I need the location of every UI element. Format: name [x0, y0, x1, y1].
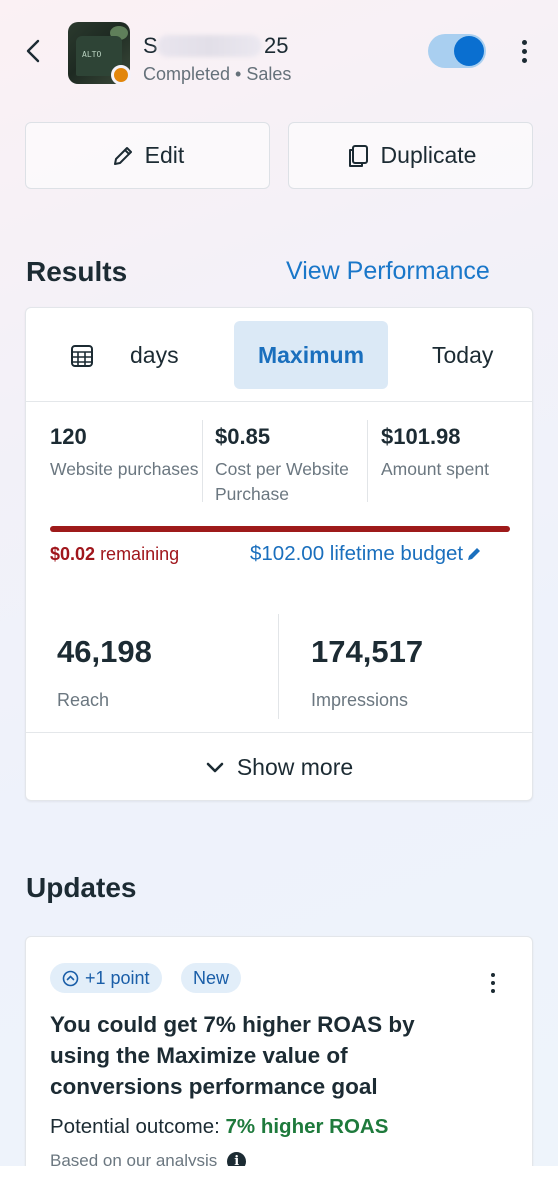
updates-heading: Updates	[26, 872, 137, 903]
metric-label: Impressions	[311, 690, 409, 710]
lifetime-budget-label: $102.00 lifetime budget	[250, 542, 464, 565]
divider	[202, 420, 203, 502]
tab-days-label: days	[130, 342, 179, 368]
lifetime-budget-link[interactable]: $102.00 lifetime budget	[250, 542, 482, 566]
budget-progress-bar	[50, 526, 510, 532]
toggle-knob	[454, 36, 484, 66]
date-range-tabs: days Maximum Today	[26, 308, 532, 402]
duplicate-label: Duplicate	[380, 142, 477, 168]
points-label: +1 point	[85, 967, 150, 988]
potential-outcome: Potential outcome: 7% higher ROAS	[50, 1115, 388, 1139]
metric-value: 120	[50, 424, 87, 449]
tab-days[interactable]: days	[70, 342, 179, 369]
bottom-overlay	[0, 1166, 558, 1185]
title-suffix: 25	[264, 33, 289, 58]
metric-label: Reach	[57, 690, 110, 710]
new-badge: New	[181, 963, 242, 993]
metric-value: 46,198	[57, 634, 152, 669]
tab-today[interactable]: Today	[432, 342, 493, 369]
arrow-up-circle-icon	[62, 970, 79, 986]
metric-label: Cost per Website Purchase	[215, 459, 349, 504]
tab-maximum[interactable]: Maximum	[234, 321, 388, 389]
pencil-icon	[113, 146, 132, 165]
title-prefix: S	[143, 33, 157, 58]
metric-value: $0.85	[215, 424, 271, 449]
update-more-button[interactable]	[486, 973, 500, 995]
edit-button[interactable]: Edit	[25, 122, 270, 189]
campaign-toggle[interactable]	[428, 34, 486, 68]
points-badge: +1 point	[50, 963, 162, 993]
outcome-value: 7% higher ROAS	[225, 1115, 389, 1138]
metric-impressions: 174,517 Impressions	[311, 634, 423, 711]
metric-label: Website purchases	[50, 459, 199, 479]
results-heading: Results	[26, 256, 128, 287]
pencil-icon	[468, 548, 481, 560]
metric-cost-per-purchase: $0.85 Cost per Website Purchase	[215, 424, 375, 507]
calendar-icon	[71, 344, 93, 367]
back-button[interactable]	[20, 36, 46, 66]
campaign-subtitle: Completed • Sales	[143, 64, 292, 84]
divider	[278, 614, 279, 719]
results-card: days Maximum Today 120 Website purchases…	[25, 307, 533, 801]
show-more-label: Show more	[236, 754, 354, 780]
metric-amount-spent: $101.98 Amount spent	[381, 424, 531, 482]
metric-value: $101.98	[381, 424, 461, 449]
chevron-down-icon	[206, 762, 224, 772]
update-card: +1 point New You could get 7% higher ROA…	[25, 936, 533, 1185]
redacted-text	[157, 35, 262, 57]
view-performance-link[interactable]: View Performance	[286, 257, 490, 286]
campaign-title: S 25	[143, 33, 288, 59]
outcome-prefix: Potential outcome:	[50, 1115, 220, 1138]
budget-remaining: $0.02 remaining	[50, 544, 179, 565]
edit-label: Edit	[144, 142, 185, 168]
metric-website-purchases: 120 Website purchases	[50, 424, 200, 482]
divider	[367, 420, 368, 502]
more-options-button[interactable]	[512, 36, 536, 66]
metric-reach: 46,198 Reach	[57, 634, 152, 711]
top-bar: ALTO S 25 Completed • Sales	[0, 0, 558, 110]
status-indicator	[111, 65, 131, 85]
update-headline: You could get 7% higher ROAS by using th…	[50, 1012, 415, 1099]
metric-label: Amount spent	[381, 459, 489, 479]
show-more-button[interactable]: Show more	[26, 732, 532, 802]
chevron-left-icon	[26, 39, 40, 63]
duplicate-icon	[348, 144, 368, 167]
remaining-text: remaining	[100, 544, 180, 564]
duplicate-button[interactable]: Duplicate	[288, 122, 533, 189]
remaining-amount: $0.02	[50, 544, 96, 564]
metric-value: 174,517	[311, 634, 424, 669]
